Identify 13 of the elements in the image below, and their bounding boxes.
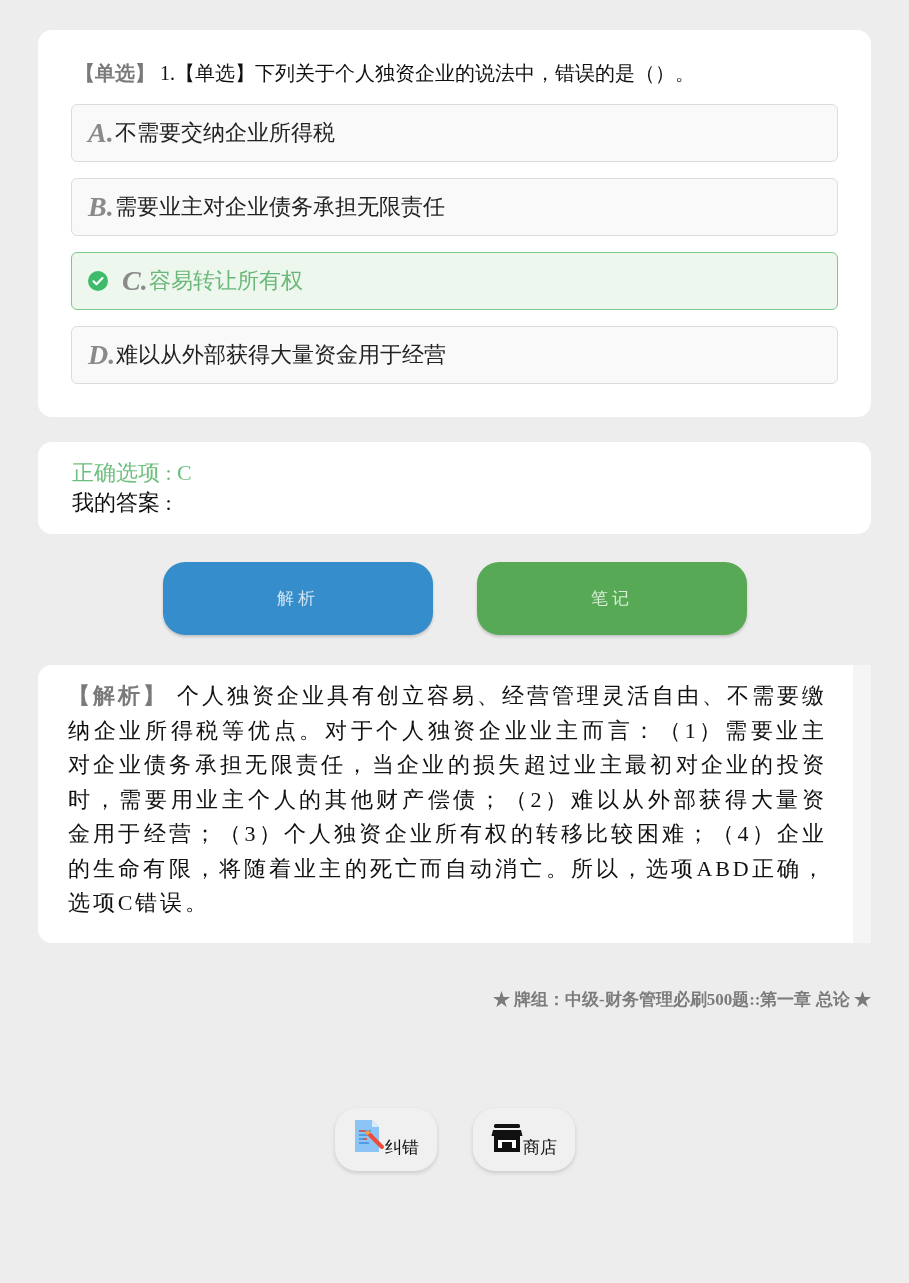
storefront-icon (490, 1123, 523, 1153)
answer-option[interactable]: A.不需要交纳企业所得税 (71, 104, 838, 162)
check-circle-icon (88, 271, 108, 291)
report-error-button[interactable]: 纠错 (334, 1108, 437, 1171)
answer-option[interactable]: B.需要业主对企业债务承担无限责任 (71, 178, 838, 236)
correct-answer-text: 正确选项 : C (72, 459, 193, 487)
my-answer-label: 我的答案 : (72, 489, 173, 517)
deck-label: ★ 牌组：中级-财务管理必刷500题::第一章 总论 ★ (491, 989, 871, 1011)
analysis-text: 【解析】 个人独资企业具有创立容易、经营管理灵活自由、不需要缴纳企业所得税等优点。对于个人独资企业业主而言：（1）需要业主对企业债务承担无限责任，当企业的损失超过业主最初对企业的投资时，需要用业主个人的其他财产偿债；（2）难以从外部获得大量资金用于经营；（3）个人独资企业所有权的转移比较困难；（4）企业的生命有限，将随着业主的死亡而自动消亡。所以，选项ABD正确，选项C错误。 (68, 682, 827, 917)
store-button[interactable]: 商店 (472, 1108, 575, 1171)
answer-option[interactable]: D.难以从外部获得大量资金用于经营 (71, 326, 838, 384)
question-text: 【单选】 1.【单选】下列关于个人独资企业的说法中，错误的是（）。 (74, 61, 696, 86)
document-pencil-icon (352, 1119, 385, 1153)
